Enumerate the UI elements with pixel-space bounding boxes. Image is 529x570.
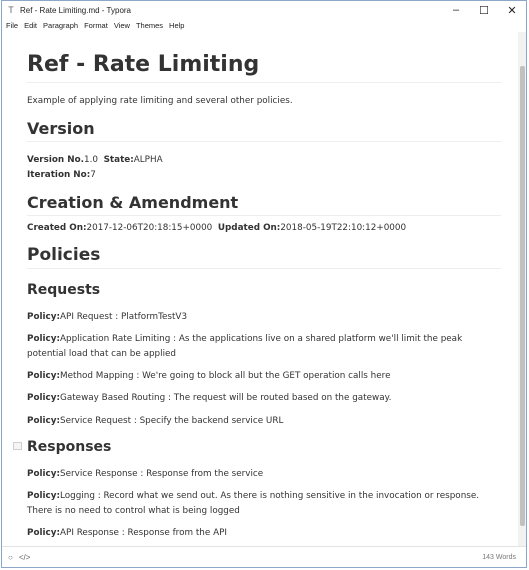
request-policy-1: Policy:API Request : PlatformTestV3	[27, 310, 501, 325]
menu-format[interactable]: Format	[84, 21, 108, 30]
maximize-button[interactable]: ☐	[470, 1, 498, 19]
created-label: Created On:	[27, 223, 87, 233]
word-count[interactable]: 143 Words	[482, 554, 516, 561]
editor-area[interactable]: Ref - Rate Limiting Example of applying …	[2, 32, 519, 548]
state-label: State:	[103, 155, 134, 165]
response-policy-1: Policy:Service Response : Response from …	[27, 467, 501, 482]
policy-text: Logging : Record what we send out. As th…	[27, 491, 480, 516]
policy-label: Policy:	[27, 528, 60, 538]
created-value: 2017-12-06T20:18:15+0000	[86, 223, 213, 233]
close-button[interactable]: ✕	[498, 1, 526, 19]
state-value: ALPHA	[133, 155, 163, 165]
policy-text: Service Response : Response from the ser…	[60, 469, 264, 479]
response-policy-3: Policy:API Response : Response from the …	[27, 526, 501, 541]
menu-paragraph[interactable]: Paragraph	[43, 21, 78, 30]
scrollbar-thumb[interactable]	[520, 66, 525, 526]
menu-file[interactable]: File	[6, 21, 18, 30]
status-bar: ○ </> 143 Words	[2, 546, 526, 567]
menu-themes[interactable]: Themes	[136, 21, 163, 30]
policy-text: Application Rate Limiting : As the appli…	[27, 334, 463, 359]
sidebar-toggle-icon[interactable]: ○	[8, 553, 13, 562]
policy-text: Gateway Based Routing : The request will…	[60, 393, 392, 403]
heading-fold-marker[interactable]	[13, 442, 22, 450]
policies-heading: Policies	[27, 245, 501, 269]
responses-heading: Responses	[27, 439, 112, 455]
request-policy-2: Policy:Application Rate Limiting : As th…	[27, 332, 501, 362]
version-no-value: 1.0	[84, 155, 98, 165]
iteration-value: 7	[90, 170, 96, 180]
policy-label: Policy:	[27, 371, 60, 381]
version-heading: Version	[27, 119, 501, 142]
intro-text: Example of applying rate limiting and se…	[27, 96, 293, 106]
policy-label: Policy:	[27, 334, 60, 344]
menu-help[interactable]: Help	[169, 21, 184, 30]
menu-view[interactable]: View	[114, 21, 130, 30]
policy-text: Method Mapping : We're going to block al…	[60, 371, 391, 381]
policy-text: Service Request : Specify the backend se…	[60, 416, 284, 426]
version-line: Version No.1.0 State:ALPHA	[27, 153, 501, 168]
window-controls: – ☐ ✕	[442, 1, 526, 19]
window-title: Ref - Rate Limiting.md - Typora	[20, 5, 132, 15]
minimize-button[interactable]: –	[442, 1, 470, 19]
request-policy-3: Policy:Method Mapping : We're going to b…	[27, 369, 501, 384]
source-code-mode-icon[interactable]: </>	[19, 553, 31, 562]
iteration-line: Iteration No:7	[27, 168, 501, 183]
policy-text: API Response : Response from the API	[60, 528, 227, 538]
document-title: Ref - Rate Limiting	[27, 52, 501, 83]
creation-heading: Creation & Amendment	[27, 193, 501, 216]
title-bar: T Ref - Rate Limiting.md - Typora – ☐ ✕	[2, 1, 526, 19]
policy-label: Policy:	[27, 469, 60, 479]
menu-edit[interactable]: Edit	[24, 21, 37, 30]
iteration-label: Iteration No:	[27, 170, 91, 180]
updated-label: Updated On:	[217, 223, 281, 233]
response-policy-2: Policy:Logging : Record what we send out…	[27, 489, 501, 519]
policy-label: Policy:	[27, 393, 60, 403]
updated-value: 2018-05-19T22:10:12+0000	[280, 223, 407, 233]
policy-text: API Request : PlatformTestV3	[60, 312, 188, 322]
dates-line: Created On:2017-12-06T20:18:15+0000 Upda…	[27, 221, 501, 236]
requests-heading: Requests	[27, 282, 101, 298]
request-policy-5: Policy:Service Request : Specify the bac…	[27, 414, 501, 429]
vertical-scrollbar[interactable]	[518, 32, 526, 548]
version-no-label: Version No.	[27, 155, 84, 165]
app-window: T Ref - Rate Limiting.md - Typora – ☐ ✕ …	[1, 0, 527, 568]
typora-app-icon: T	[8, 5, 14, 15]
policy-label: Policy:	[27, 416, 60, 426]
policy-label: Policy:	[27, 312, 60, 322]
request-policy-4: Policy:Gateway Based Routing : The reque…	[27, 391, 501, 406]
menu-bar: File Edit Paragraph Format View Themes H…	[2, 19, 526, 31]
policy-label: Policy:	[27, 491, 60, 501]
